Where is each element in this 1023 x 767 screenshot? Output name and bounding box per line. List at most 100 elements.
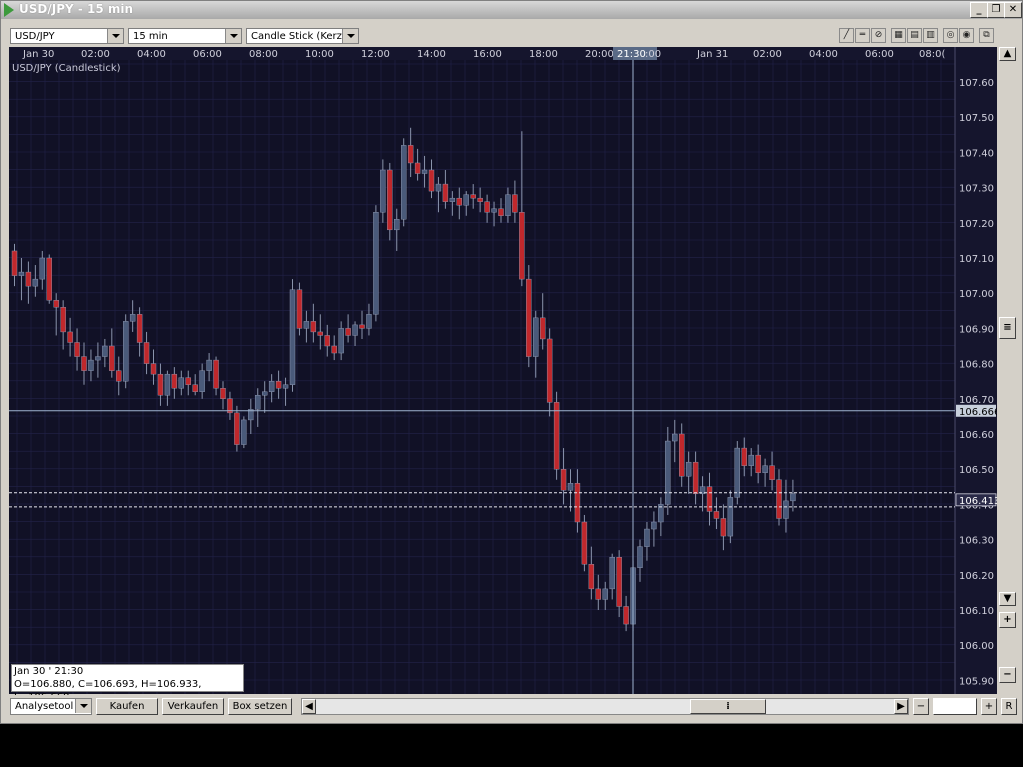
zoom-plus-button[interactable]: + bbox=[999, 612, 1016, 628]
price-tick-label: 107.60 bbox=[959, 78, 994, 89]
price-tick-label: 106.10 bbox=[959, 606, 994, 617]
candle-body bbox=[95, 356, 101, 361]
time-tick-label: 04:00 bbox=[137, 49, 166, 60]
price-tick-label: 107.20 bbox=[959, 219, 994, 230]
analysis-tool-select[interactable]: Analysetool bbox=[10, 698, 92, 715]
zoom-out-button[interactable]: − bbox=[913, 698, 929, 715]
candle-body bbox=[268, 381, 275, 392]
candle-body bbox=[644, 528, 650, 547]
time-tick-label: 21:30 bbox=[617, 49, 646, 60]
candlestick-chart[interactable]: Jan 30 02:00 04:00 06:00 08:00 10:00 12:00 14:0… bbox=[9, 47, 1000, 694]
sell-button[interactable]: Verkaufen bbox=[162, 698, 224, 715]
price-tick-label: 106.80 bbox=[959, 360, 994, 371]
candle-body bbox=[157, 373, 164, 396]
candle-body bbox=[560, 469, 567, 491]
interval-select[interactable]: 15 min bbox=[128, 28, 242, 44]
candle-body bbox=[776, 479, 782, 519]
candle-body bbox=[685, 461, 692, 477]
candle-body bbox=[206, 359, 212, 371]
price-tick-label: 107.10 bbox=[959, 254, 994, 265]
candle-body bbox=[234, 412, 240, 445]
set-box-button[interactable]: Box setzen bbox=[228, 698, 292, 715]
time-tick-label: 04:00 bbox=[809, 49, 838, 60]
candle-body bbox=[185, 377, 191, 385]
zoom-minus-button[interactable]: − bbox=[999, 667, 1016, 683]
price-tick-label: 107.30 bbox=[959, 184, 994, 195]
candle-body bbox=[32, 278, 39, 287]
erase-icon[interactable]: ⊘ bbox=[871, 28, 886, 43]
candle-body bbox=[609, 557, 615, 590]
minimize-button[interactable]: _ bbox=[970, 2, 988, 18]
chart-style-value: Candle Stick (Kerze bbox=[251, 31, 349, 42]
candle-body bbox=[505, 194, 511, 216]
draw-line-icon[interactable]: ╱ bbox=[839, 28, 854, 43]
scroll-right-icon[interactable]: ▶ bbox=[894, 699, 908, 714]
candle-body bbox=[88, 359, 94, 371]
candle-body bbox=[470, 194, 476, 199]
candle-body bbox=[637, 546, 643, 568]
candle-body bbox=[122, 321, 129, 382]
candle-body bbox=[331, 345, 337, 354]
restore-button[interactable]: ❐ bbox=[987, 2, 1005, 18]
candle-body bbox=[713, 511, 720, 519]
scroll-down-icon[interactable]: ▼ bbox=[999, 592, 1016, 606]
close-button[interactable]: ✕ bbox=[1004, 2, 1022, 18]
scroll-thumb[interactable]: ≡ bbox=[999, 317, 1016, 339]
grid-icon[interactable]: ▦ bbox=[891, 28, 906, 43]
time-tick-label: 02:00 bbox=[753, 49, 782, 60]
candle-body bbox=[150, 363, 157, 375]
candle-body bbox=[498, 208, 504, 216]
chevron-down-icon[interactable] bbox=[107, 29, 123, 43]
chart-area[interactable]: Jan 30 02:00 04:00 06:00 08:00 10:00 12:00 14:0… bbox=[9, 47, 1000, 694]
candle-body bbox=[449, 197, 456, 202]
chevron-down-icon[interactable] bbox=[225, 29, 241, 43]
buy-button[interactable]: Kaufen bbox=[96, 698, 158, 715]
time-tick-label: 08:00 bbox=[249, 49, 278, 60]
time-tick-label: 20:00 bbox=[585, 49, 614, 60]
candle-body bbox=[129, 314, 136, 322]
candle-body bbox=[380, 169, 386, 213]
chart-style-select[interactable]: Candle Stick (Kerze bbox=[246, 28, 359, 44]
candle-body bbox=[60, 307, 66, 333]
chevron-down-icon[interactable] bbox=[342, 29, 358, 43]
scroll-up-icon[interactable]: ▲ bbox=[999, 47, 1016, 61]
candle-body bbox=[692, 461, 699, 495]
time-tick-label: 06:00 bbox=[865, 49, 894, 60]
candle-body bbox=[456, 197, 462, 206]
hscroll-thumb[interactable]: ⁞ bbox=[690, 699, 766, 714]
price-tick-label: 106.00 bbox=[959, 641, 994, 652]
chevron-down-icon[interactable] bbox=[75, 699, 91, 713]
zoom-out-icon[interactable]: ◉ bbox=[959, 28, 974, 43]
zoom-field[interactable] bbox=[933, 698, 977, 715]
horizontal-scrollbar[interactable]: ◀ ⁞ ▶ bbox=[301, 698, 909, 715]
detach-window-icon[interactable]: ⧉ bbox=[979, 28, 994, 43]
zoom-in-button[interactable]: + bbox=[981, 698, 997, 715]
candle-body bbox=[679, 433, 685, 477]
vertical-scrollbar[interactable]: ▲ ≡ ▼ + − bbox=[997, 47, 1018, 694]
candle-body bbox=[310, 321, 317, 333]
table-icon[interactable]: ▤ bbox=[907, 28, 922, 43]
price-tick-label: 107.50 bbox=[959, 113, 994, 124]
time-tick-label: 08:0( bbox=[919, 49, 945, 60]
price-tick-label: 105.90 bbox=[959, 676, 994, 687]
list-icon[interactable]: ▥ bbox=[923, 28, 938, 43]
candle-body bbox=[602, 588, 608, 600]
zoom-in-icon[interactable]: ◎ bbox=[943, 28, 958, 43]
candle-body bbox=[143, 342, 150, 364]
symbol-select[interactable]: USD/JPY bbox=[10, 28, 124, 44]
candle-body bbox=[255, 395, 261, 410]
candle-body bbox=[595, 588, 601, 600]
price-tick-label: 106.20 bbox=[959, 571, 994, 582]
price-tick-label: 107.40 bbox=[959, 148, 994, 159]
crosshair-price-label: 106.666 bbox=[959, 407, 997, 418]
horizontal-line-icon[interactable]: ═ bbox=[855, 28, 870, 43]
reset-button[interactable]: R bbox=[1001, 698, 1017, 715]
price-tick-label: 106.30 bbox=[959, 536, 994, 547]
title-bar[interactable]: USD/JPY - 15 min _ ❐ ✕ bbox=[1, 1, 1022, 19]
candle-body bbox=[289, 289, 296, 385]
candle-body bbox=[741, 447, 747, 466]
candle-body bbox=[317, 331, 323, 336]
scroll-left-icon[interactable]: ◀ bbox=[302, 699, 316, 714]
candle-body bbox=[199, 370, 205, 392]
price-tick-label: 106.70 bbox=[959, 395, 994, 406]
